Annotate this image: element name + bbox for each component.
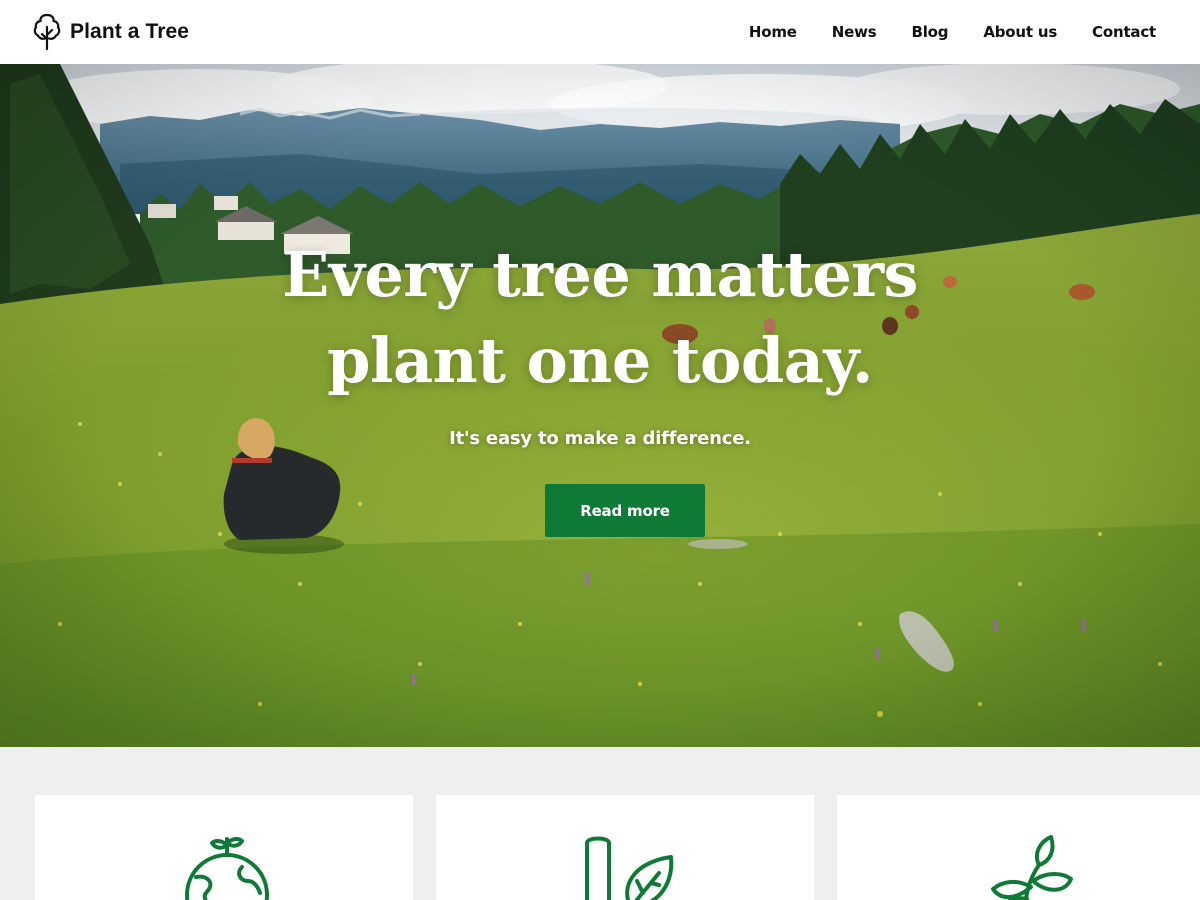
feature-card-1	[35, 795, 413, 900]
thermometer-leaf-icon	[585, 836, 674, 900]
main-nav: Home News Blog About us Contact	[714, 23, 1156, 41]
brand-link[interactable]: Plant a Tree	[32, 13, 189, 51]
hero-title: Every tree matters plant one today.	[0, 232, 1200, 404]
feature-card-3	[837, 795, 1200, 900]
hero-title-line-2: plant one today.	[327, 324, 873, 397]
read-more-button[interactable]: Read more	[545, 484, 705, 537]
features-section	[0, 747, 1200, 900]
page: Plant a Tree Home News Blog About us Con…	[0, 0, 1200, 900]
nav-blog[interactable]: Blog	[911, 23, 948, 41]
hero-title-line-1: Every tree matters	[282, 238, 918, 311]
site-header: Plant a Tree Home News Blog About us Con…	[0, 0, 1200, 64]
brand-name: Plant a Tree	[70, 20, 190, 43]
nav-home[interactable]: Home	[749, 23, 797, 41]
hero-section: Every tree matters plant one today. It's…	[0, 64, 1200, 747]
nav-contact[interactable]: Contact	[1092, 23, 1156, 41]
hero-subtitle: It's easy to make a difference.	[449, 428, 751, 449]
leafy-plant-icon	[991, 835, 1073, 900]
feature-card-2	[436, 795, 814, 900]
globe-sprout-icon	[185, 837, 269, 900]
tree-icon	[32, 13, 62, 51]
hero-content: Every tree matters plant one today. It's…	[0, 64, 1200, 747]
nav-news[interactable]: News	[832, 23, 877, 41]
nav-about-us[interactable]: About us	[983, 23, 1057, 41]
